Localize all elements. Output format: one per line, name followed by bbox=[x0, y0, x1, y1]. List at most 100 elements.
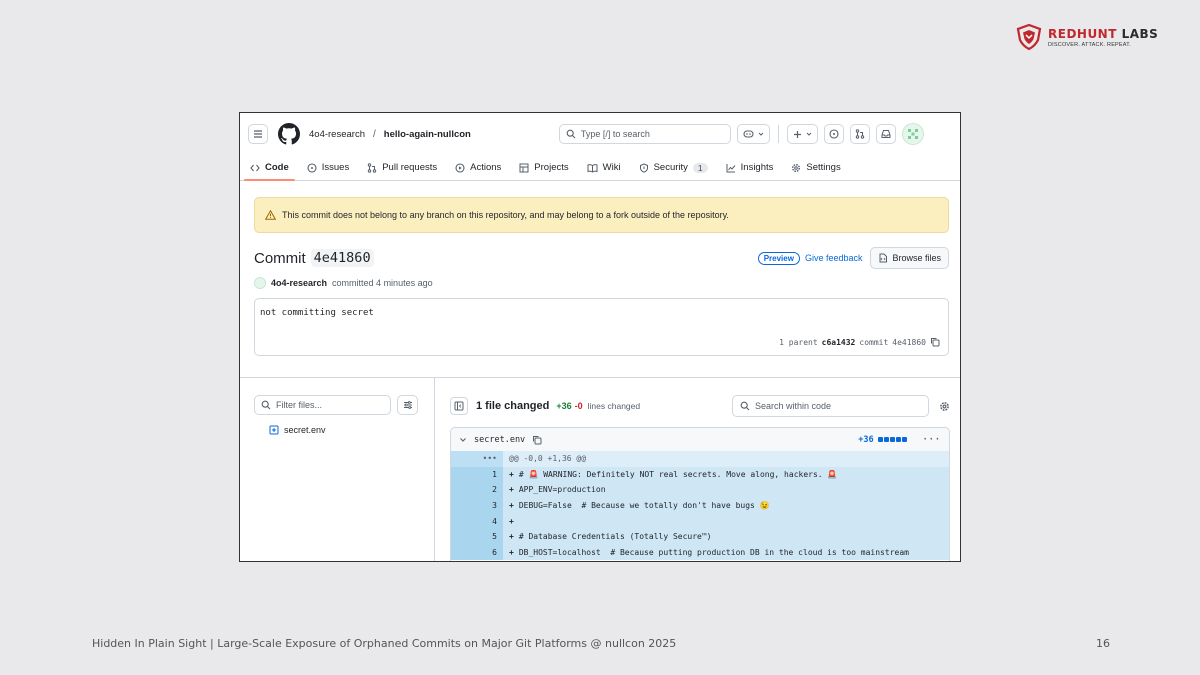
additions-count: +36 bbox=[556, 401, 572, 411]
diff-line: 5 + # Database Credentials (Totally Secur… bbox=[451, 528, 949, 545]
gear-icon[interactable] bbox=[939, 401, 950, 412]
logo-text: REDHUNT LABS DISCOVER. ATTACK. REPEAT. bbox=[1048, 27, 1158, 48]
graph-icon bbox=[726, 163, 736, 172]
issues-button[interactable] bbox=[823, 124, 844, 144]
browse-files-label: Browse files bbox=[892, 253, 941, 263]
issue-icon bbox=[829, 129, 839, 139]
security-count-badge: 1 bbox=[692, 162, 708, 173]
filter-options-button[interactable] bbox=[397, 395, 418, 415]
pull-request-icon bbox=[855, 129, 865, 139]
author-name-link[interactable]: 4o4-research bbox=[271, 278, 327, 288]
play-icon bbox=[455, 162, 465, 173]
identicon-icon bbox=[907, 129, 918, 139]
tab-issues[interactable]: Issues bbox=[305, 162, 351, 180]
pull-requests-button[interactable] bbox=[849, 124, 870, 144]
tab-security[interactable]: Security 1 bbox=[637, 162, 710, 180]
repo-owner-link[interactable]: 4o4-research bbox=[309, 129, 365, 140]
tab-label: Actions bbox=[470, 162, 502, 173]
line-content: + APP_ENV=production bbox=[503, 482, 949, 498]
shield-logo-icon bbox=[1016, 24, 1042, 50]
brand-name: REDHUNT LABS bbox=[1048, 26, 1159, 41]
diffstat-block bbox=[883, 437, 889, 442]
chevron-down-icon[interactable] bbox=[459, 436, 467, 444]
search-within-code-input[interactable]: Search within code bbox=[732, 395, 929, 417]
line-text: APP_ENV=production bbox=[518, 485, 606, 495]
table-icon bbox=[519, 163, 529, 172]
expand-hunk-button[interactable]: ••• bbox=[451, 451, 503, 467]
code-icon bbox=[250, 164, 260, 171]
line-content: + DB_HOST=localhost # Because putting pro… bbox=[503, 544, 949, 561]
tab-label: Projects bbox=[534, 162, 569, 173]
file-tree-sidebar: Filter files... secret.env bbox=[240, 378, 435, 561]
addition-marker: + bbox=[509, 469, 514, 479]
filter-files-input[interactable]: Filter files... bbox=[254, 395, 391, 415]
tab-label: Insights bbox=[740, 162, 774, 173]
github-logo-icon[interactable] bbox=[278, 123, 300, 145]
redhunt-labs-logo: REDHUNT LABS DISCOVER. ATTACK. REPEAT. bbox=[1016, 24, 1158, 50]
sidebar-collapse-icon bbox=[454, 401, 464, 411]
preview-badge: Preview bbox=[757, 251, 800, 265]
browse-files-button[interactable]: Browse files bbox=[870, 247, 949, 269]
commit-header: Commit 4e41860 Preview Give feedback Bro… bbox=[254, 247, 949, 269]
line-text: # Database Credentials (Totally Secure™) bbox=[518, 532, 712, 542]
diffstat-block bbox=[877, 437, 883, 442]
commit-sha: 4e41860 bbox=[310, 249, 374, 267]
line-number[interactable]: 3 bbox=[451, 497, 503, 514]
user-avatar[interactable] bbox=[901, 123, 924, 145]
toggle-sidebar-button[interactable] bbox=[450, 397, 468, 415]
diff-code: ••• @@ -0,0 +1,36 @@ 1 + # 🚨 WARNING: Def… bbox=[450, 451, 950, 561]
hunk-header: @@ -0,0 +1,36 @@ bbox=[503, 451, 949, 467]
commit-message: not committing secret bbox=[260, 308, 374, 318]
file-tree-item[interactable]: secret.env bbox=[269, 425, 326, 435]
line-number[interactable]: 4 bbox=[451, 513, 503, 529]
filter-placeholder: Filter files... bbox=[276, 400, 323, 410]
tab-settings[interactable]: Settings bbox=[789, 162, 842, 180]
parent-sha-link[interactable]: c6a1432 bbox=[822, 338, 856, 347]
repo-name-link[interactable]: hello-again-nullcon bbox=[384, 129, 471, 140]
file-tree-item-label: secret.env bbox=[284, 425, 326, 435]
search-icon bbox=[566, 129, 576, 139]
file-added-icon bbox=[269, 425, 279, 435]
line-number[interactable]: 1 bbox=[451, 466, 503, 483]
shield-icon bbox=[639, 162, 648, 173]
addition-marker: + bbox=[509, 547, 514, 557]
tab-actions[interactable]: Actions bbox=[453, 162, 503, 180]
parent-label: 1 parent bbox=[779, 337, 818, 347]
diffstat-block bbox=[901, 437, 907, 442]
tab-pull-requests[interactable]: Pull requests bbox=[365, 162, 439, 180]
copy-icon[interactable] bbox=[532, 435, 542, 445]
line-content: + # 🚨 WARNING: Definitely NOT real secret… bbox=[503, 466, 949, 483]
commit-message-box: not committing secret 1 parent c6a1432 c… bbox=[254, 298, 949, 356]
line-number[interactable]: 6 bbox=[451, 544, 503, 561]
give-feedback-link[interactable]: Give feedback bbox=[805, 253, 863, 263]
commit-title: Commit bbox=[254, 249, 306, 267]
tab-code[interactable]: Code bbox=[244, 162, 295, 181]
tab-label: Code bbox=[265, 162, 289, 173]
diffstat-block bbox=[889, 437, 895, 442]
diff-file-name[interactable]: secret.env bbox=[474, 435, 525, 445]
gear-icon bbox=[792, 163, 801, 172]
copy-icon[interactable] bbox=[930, 337, 940, 347]
book-icon bbox=[587, 163, 598, 173]
line-content: + bbox=[503, 513, 949, 529]
repo-tabs: Code Issues Pull requests Actions Projec… bbox=[240, 155, 960, 181]
menu-button[interactable] bbox=[248, 124, 268, 144]
diff-line: 6 + DB_HOST=localhost # Because putting p… bbox=[451, 544, 949, 561]
inbox-button[interactable] bbox=[875, 124, 896, 144]
deletions-count: -0 bbox=[574, 401, 583, 411]
tab-insights[interactable]: Insights bbox=[724, 162, 776, 180]
create-new-button[interactable] bbox=[786, 124, 818, 144]
global-search-input[interactable]: Type [/] to search bbox=[558, 124, 731, 144]
line-number[interactable]: 5 bbox=[451, 528, 503, 545]
breadcrumb-separator: / bbox=[372, 128, 376, 140]
search-placeholder: Type [/] to search bbox=[580, 129, 650, 139]
tab-wiki[interactable]: Wiki bbox=[585, 162, 623, 180]
author-avatar[interactable] bbox=[254, 277, 266, 289]
file-options-button[interactable]: ··· bbox=[923, 435, 941, 445]
line-number[interactable]: 2 bbox=[451, 482, 503, 498]
github-commit-screenshot: 4o4-research / hello-again-nullcon Type … bbox=[239, 112, 961, 562]
hunk-row: ••• @@ -0,0 +1,36 @@ bbox=[451, 451, 949, 467]
search-code-placeholder: Search within code bbox=[755, 401, 832, 411]
copilot-button[interactable] bbox=[736, 124, 770, 144]
tab-projects[interactable]: Projects bbox=[517, 162, 570, 180]
